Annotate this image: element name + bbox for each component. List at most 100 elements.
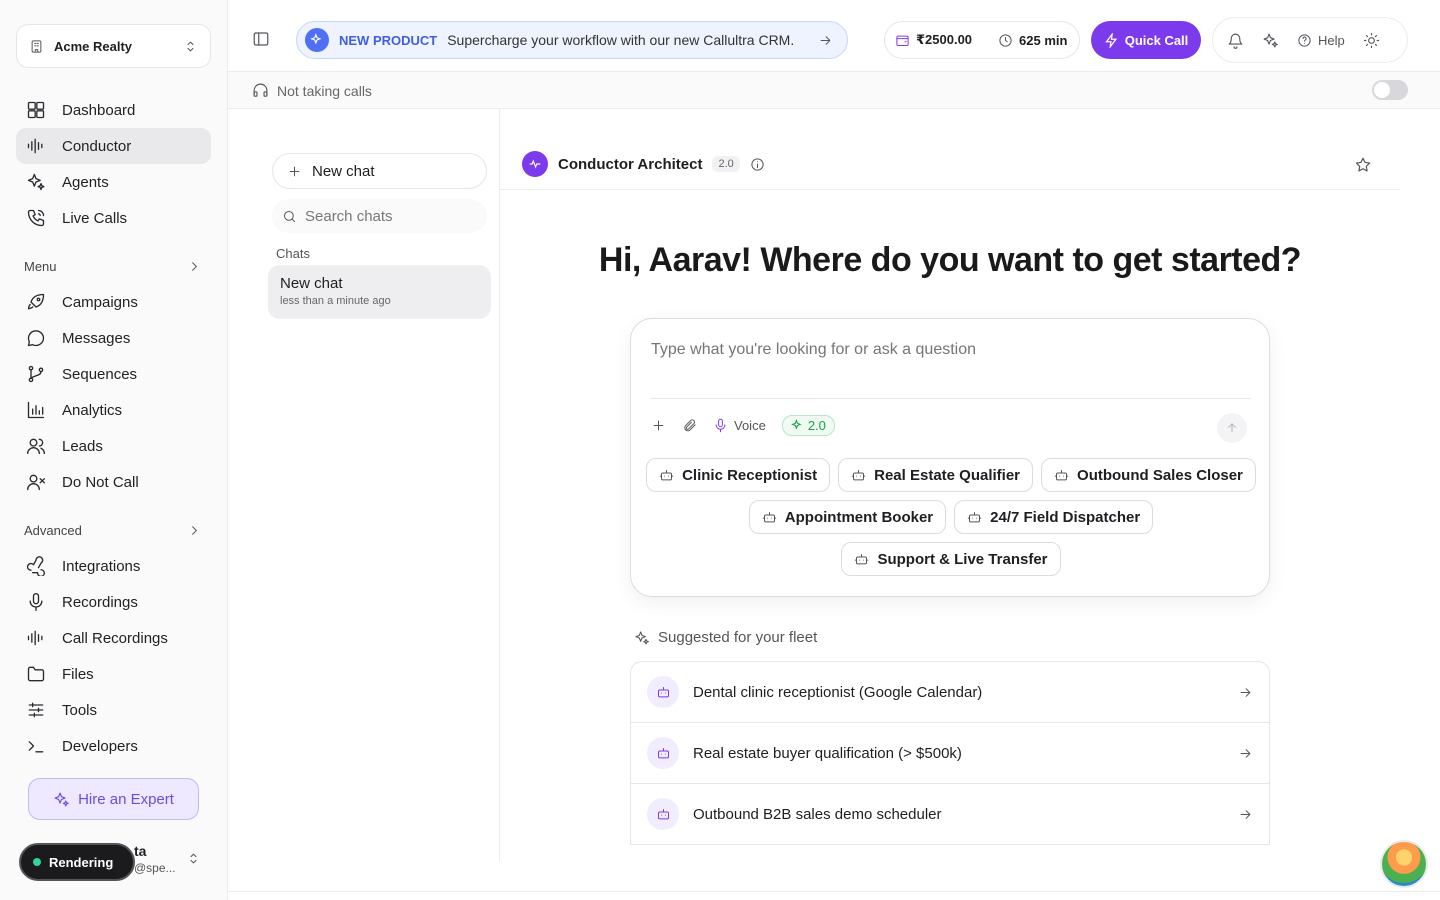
quick-call-button[interactable]: Quick Call xyxy=(1091,21,1201,59)
divider xyxy=(651,398,1251,399)
sun-icon[interactable] xyxy=(1363,32,1380,49)
status-dot xyxy=(33,858,41,866)
template-chip[interactable]: Support & Live Transfer xyxy=(841,542,1061,576)
chat-title: New chat xyxy=(280,275,343,292)
sparkles-icon[interactable] xyxy=(1262,32,1279,49)
chevrons-up-down-icon[interactable] xyxy=(186,851,201,866)
nav-label: Sequences xyxy=(62,365,138,383)
composer-toolbar: Voice 2.0 xyxy=(651,415,835,436)
mic-icon xyxy=(29,593,43,611)
chevron-right-icon xyxy=(192,262,197,271)
balance-value: ₹2500.00 xyxy=(916,32,973,47)
template-chip[interactable]: Real Estate Qualifier xyxy=(838,458,1034,492)
nav-label: Leads xyxy=(62,437,103,455)
star-icon[interactable] xyxy=(1354,156,1372,174)
call-status-text: Not taking calls xyxy=(277,82,372,99)
send-button[interactable] xyxy=(1217,413,1247,443)
advanced-section-header[interactable]: Advanced xyxy=(24,523,202,538)
nav-label: Conductor xyxy=(62,137,132,155)
arrow-up-icon xyxy=(1228,423,1236,433)
new-chat-button[interactable]: New chat xyxy=(272,153,487,189)
sidebar-toggle-icon[interactable] xyxy=(252,30,270,48)
help-circle-icon xyxy=(1298,33,1311,47)
template-chip[interactable]: Appointment Booker xyxy=(748,500,947,534)
assistant-avatar-button[interactable] xyxy=(1380,840,1428,888)
nav-label: Agents xyxy=(62,173,109,191)
audio-lines-icon xyxy=(27,630,43,646)
chat-list-item[interactable]: New chat less than a minute ago xyxy=(268,265,491,319)
sparkles-icon xyxy=(790,419,802,430)
folder-icon xyxy=(27,666,45,682)
building-icon xyxy=(31,39,42,53)
suggestion-item[interactable]: Dental clinic receptionist (Google Calen… xyxy=(631,662,1269,723)
rocket-icon xyxy=(27,293,45,310)
model-version-badge[interactable]: 2.0 xyxy=(781,415,835,436)
template-chip[interactable]: Clinic Receptionist xyxy=(646,458,831,492)
composer-input[interactable] xyxy=(651,341,1251,359)
nav-label: Recordings xyxy=(62,593,138,611)
nav-sequences[interactable]: Sequences xyxy=(16,356,211,392)
nav-tools[interactable]: Tools xyxy=(16,692,211,728)
nav-leads[interactable]: Leads xyxy=(16,428,211,464)
promo-tag: NEW PRODUCT xyxy=(339,32,438,48)
bell-icon[interactable] xyxy=(1227,32,1244,49)
template-chip-label: Clinic Receptionist xyxy=(682,466,818,484)
nav-analytics[interactable]: Analytics xyxy=(16,392,211,428)
bot-icon xyxy=(851,469,866,480)
bot-icon xyxy=(1054,469,1069,480)
nav-label: Messages xyxy=(62,329,131,347)
template-chip[interactable]: 24/7 Field Dispatcher xyxy=(954,500,1154,534)
suggestion-item[interactable]: Real estate buyer qualification (> $500k… xyxy=(631,723,1269,784)
conductor-logo-icon xyxy=(522,151,548,177)
message-icon xyxy=(27,330,45,347)
nav-integrations[interactable]: Integrations xyxy=(16,548,211,584)
org-switcher[interactable]: Acme Realty xyxy=(16,24,211,68)
bot-icon xyxy=(659,469,674,480)
nav-agents[interactable]: Agents xyxy=(16,164,211,200)
suggestions-header: Suggested for your fleet xyxy=(634,629,817,646)
nav-dashboard[interactable]: Dashboard xyxy=(16,92,211,128)
hire-expert-button[interactable]: Hire an Expert xyxy=(28,778,199,820)
zap-icon xyxy=(1104,32,1117,48)
user-email: @spe... xyxy=(134,861,176,875)
plus-icon[interactable] xyxy=(651,418,666,433)
nav-label: Files xyxy=(62,665,94,683)
nav-live-calls[interactable]: Live Calls xyxy=(16,200,211,236)
suggestion-label: Real estate buyer qualification (> $500k… xyxy=(693,744,962,762)
arrow-right-icon xyxy=(820,35,831,45)
promo-banner[interactable]: NEW PRODUCT Supercharge your workflow wi… xyxy=(296,21,848,59)
nav-label: Developers xyxy=(62,737,138,755)
paperclip-icon[interactable] xyxy=(682,418,697,433)
conductor-main: Conductor Architect 2.0 Hi, Aarav! Where… xyxy=(500,109,1440,861)
sparkles-icon xyxy=(305,28,329,52)
sidebar: Acme Realty Dashboard Conductor Agents L… xyxy=(0,0,228,900)
template-chip[interactable]: Outbound Sales Closer xyxy=(1041,458,1256,492)
nav-developers[interactable]: Developers xyxy=(16,728,211,764)
dashboard-icon xyxy=(27,101,45,119)
nav-messages[interactable]: Messages xyxy=(16,320,211,356)
credits-pill[interactable]: ₹2500.00 625 min xyxy=(884,21,1080,59)
chevron-right-icon xyxy=(192,526,197,535)
search-chats-input[interactable]: Search chats xyxy=(272,199,487,233)
user-name: ta xyxy=(134,843,147,859)
nav-label: Campaigns xyxy=(62,293,138,311)
call-status: Not taking calls xyxy=(252,82,372,99)
nav-campaigns[interactable]: Campaigns xyxy=(16,284,211,320)
bar-chart-icon xyxy=(27,401,45,419)
menu-section-header[interactable]: Menu xyxy=(24,259,202,274)
model-version-label: 2.0 xyxy=(807,418,826,433)
nav-conductor[interactable]: Conductor xyxy=(16,128,211,164)
suggestion-item[interactable]: Outbound B2B sales demo scheduler xyxy=(631,784,1269,845)
help-button[interactable]: Help xyxy=(1297,33,1345,48)
arrow-right-icon xyxy=(1240,748,1251,758)
template-chips-row: Clinic Receptionist Real Estate Qualifie… xyxy=(631,458,1271,492)
call-availability-toggle[interactable] xyxy=(1372,80,1408,100)
help-label: Help xyxy=(1318,32,1345,48)
nav-files[interactable]: Files xyxy=(16,656,211,692)
voice-button[interactable]: Voice xyxy=(713,418,766,433)
nav-recordings[interactable]: Recordings xyxy=(16,584,211,620)
info-icon[interactable] xyxy=(750,157,765,172)
nav-call-recordings[interactable]: Call Recordings xyxy=(16,620,211,656)
bot-icon xyxy=(967,511,982,522)
nav-do-not-call[interactable]: Do Not Call xyxy=(16,464,211,500)
